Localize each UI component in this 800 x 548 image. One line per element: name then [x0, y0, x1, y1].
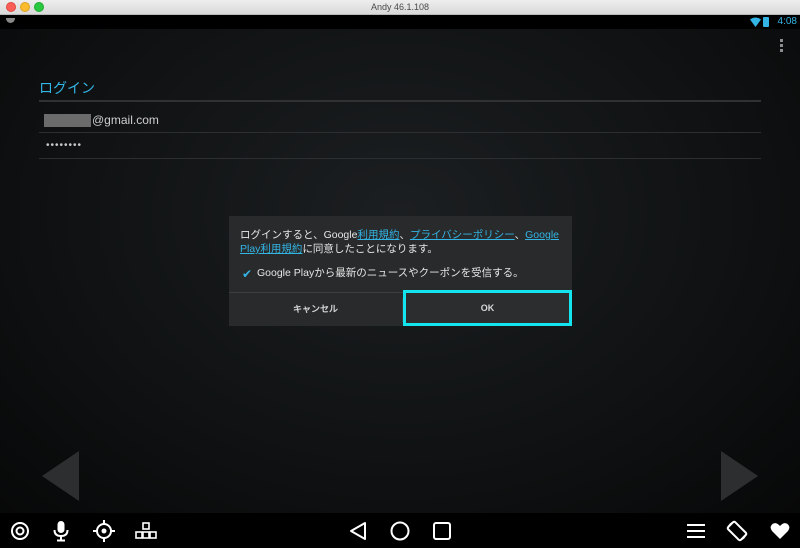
microphone-icon[interactable]	[46, 513, 76, 548]
menu-icon[interactable]	[681, 513, 711, 548]
android-screen: 4:08 ログイン @gmail.com •••••••• ログインすると、Go…	[0, 15, 800, 513]
next-arrow-icon[interactable]	[721, 451, 758, 501]
email-domain: @gmail.com	[92, 113, 159, 127]
battery-icon	[763, 17, 769, 27]
page-title: ログイン	[39, 80, 95, 96]
terms-dialog: ログインすると、Google利用規約、プライバシーポリシー、Google Pla…	[229, 216, 572, 326]
status-clock: 4:08	[777, 16, 797, 27]
email-field[interactable]: @gmail.com	[39, 112, 761, 133]
heart-icon[interactable]	[765, 513, 795, 548]
title-divider	[39, 100, 761, 102]
newsletter-checkbox-row[interactable]: ✔ Google Playから最新のニュースやクーポンを受信する。	[242, 265, 524, 280]
password-field[interactable]: ••••••••	[39, 140, 761, 159]
rotate-screen-icon[interactable]	[722, 513, 752, 548]
dialog-message: ログインすると、Google利用規約、プライバシーポリシー、Google Pla…	[240, 228, 565, 256]
crosshair-icon[interactable]	[89, 513, 119, 548]
window-titlebar: Andy 46.1.108	[0, 0, 800, 15]
checkbox-label: Google Playから最新のニュースやクーポンを受信する。	[257, 267, 524, 279]
recents-square-icon[interactable]	[427, 513, 457, 548]
email-redaction	[44, 114, 91, 127]
previous-arrow-icon[interactable]	[42, 451, 79, 501]
cancel-button[interactable]: キャンセル	[229, 293, 402, 326]
notification-icon	[6, 18, 15, 23]
password-mask: ••••••••	[46, 140, 83, 151]
terms-link[interactable]: 利用規約	[357, 229, 399, 241]
checkbox-checked-icon[interactable]: ✔	[242, 268, 254, 280]
message-text: に同意したことになります。	[302, 243, 438, 255]
privacy-policy-link[interactable]: プライバシーポリシー	[410, 229, 515, 241]
wifi-icon	[750, 17, 761, 27]
home-circle-icon[interactable]	[385, 513, 415, 548]
back-triangle-icon[interactable]	[343, 513, 373, 548]
status-bar: 4:08	[0, 15, 800, 29]
window-title: Andy 46.1.108	[370, 2, 430, 12]
target-ring-icon[interactable]	[5, 513, 35, 548]
overflow-menu-icon[interactable]	[780, 39, 784, 54]
separator: 、	[399, 229, 410, 241]
ok-button[interactable]: OK	[403, 290, 572, 326]
emulator-navbar	[0, 513, 800, 548]
separator: 、	[514, 229, 526, 241]
keyboard-keys-icon[interactable]	[131, 513, 161, 548]
message-text: ログインすると、Google	[240, 229, 358, 241]
